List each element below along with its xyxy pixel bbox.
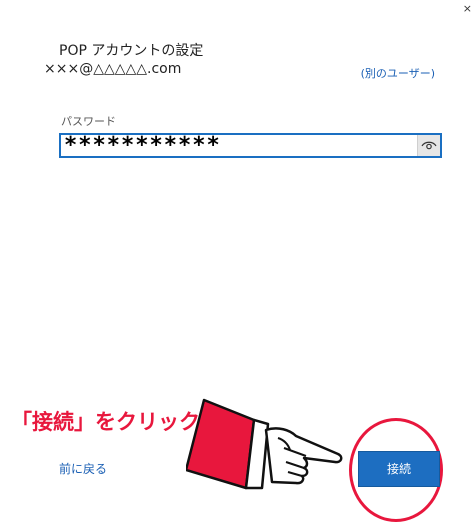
account-address: ×××@△△△△△.com <box>44 61 182 77</box>
page-title: POP アカウントの設定 <box>59 43 204 59</box>
back-link[interactable]: 前に戻る <box>59 460 107 477</box>
click-instruction-annotation: 「接続」をクリック <box>11 410 200 434</box>
pointing-hand-icon <box>186 398 343 490</box>
eye-icon <box>421 141 437 150</box>
password-label: パスワード <box>61 115 116 128</box>
close-icon[interactable]: × <box>463 2 472 15</box>
reveal-password-button[interactable] <box>417 135 440 156</box>
password-field[interactable]: *********** <box>59 133 442 158</box>
other-user-link[interactable]: (別のユーザー) <box>361 65 435 81</box>
connect-button[interactable]: 接続 <box>358 451 440 487</box>
password-value: *********** <box>64 133 221 158</box>
